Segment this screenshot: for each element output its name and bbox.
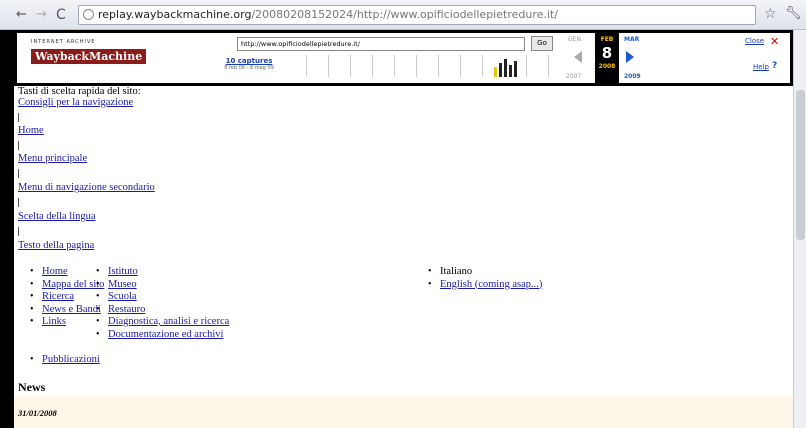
menu-link-search[interactable]: Ricerca [42,291,74,302]
menu-link-home[interactable]: Home [42,266,68,277]
menu-link-publications[interactable]: Pubblicazioni [42,354,100,365]
news-heading: News [18,380,46,394]
captures-summary: 10 captures 8 feb 08 - 8 mag 09 [214,57,284,71]
language-item: Italiano [426,266,542,279]
sparkline-tick [460,55,461,77]
secondary-menu-item: Museo [94,279,229,292]
main-menu-item: Home [28,266,104,279]
current-month-label: FEB [600,36,614,43]
next-month-label[interactable]: MAR [624,36,639,43]
separator [18,169,19,178]
url-path: /20080208152024/http://www.opificiodelle… [251,8,558,21]
menu-link-school[interactable]: Scuola [108,291,137,302]
vertical-scrollbar[interactable] [793,30,806,428]
language-current: Italiano [440,266,473,277]
content-band [14,396,793,428]
menu-link-institute[interactable]: Istituto [108,266,138,277]
next-capture-arrow-icon[interactable] [626,51,634,63]
captures-link[interactable]: 10 captures [214,57,284,65]
language-item: English (coming asap...) [426,279,542,292]
sparkline-tick [328,55,329,77]
menu-link-news[interactable]: News e Bandi [42,304,101,315]
separator [18,113,19,122]
sparkline-tick [394,55,395,77]
main-menu: Home Mappa del sito Ricerca News e Bandi… [28,266,104,366]
captures-range: 8 feb 08 - 8 mag 09 [224,65,274,71]
menu-link-restoration[interactable]: Restauro [108,304,145,315]
prev-capture-arrow-icon[interactable] [574,51,582,63]
separator [18,227,19,236]
wayback-toolbar: INTERNET ARCHIVE WaybackMachine http://w… [14,30,793,86]
secondary-menu-item: Diagnostica, analisi e ricerca [94,316,229,329]
skip-link-language[interactable]: Scelta della lingua [18,211,96,223]
sparkline-tick [372,55,373,77]
page-content: Tasti di scelta rapida del sito: Consigl… [14,86,793,428]
sparkline-tick [438,55,439,77]
secondary-menu-item: Scuola [94,291,229,304]
sparkline-bar [509,65,512,77]
go-button[interactable]: Go [531,36,553,51]
next-year-label[interactable]: 2009 [624,73,641,80]
skip-link-secondary-menu[interactable]: Menu di navigazione secondario [18,182,155,194]
forward-arrow-icon[interactable]: → [36,7,47,23]
language-menu: Italiano English (coming asap...) [426,266,542,291]
sparkline-bar [504,59,507,77]
close-link[interactable]: Close [745,37,764,45]
help-link[interactable]: Help [753,63,769,71]
main-menu-item: Pubblicazioni [28,354,104,367]
separator [18,198,19,207]
sparkline-tick [548,55,549,77]
scrollbar-thumb[interactable] [796,90,805,240]
address-bar[interactable]: replay.waybackmachine.org/20080208152024… [78,5,756,25]
close-icon[interactable]: ✕ [770,35,779,48]
wayback-url-input[interactable]: http://www.opificiodellepietredure.it/ [237,37,525,51]
logo-wayback-machine: WaybackMachine [31,49,147,64]
secondary-menu-item: Documentazione ed archivi [94,329,229,342]
logo-internet-archive: INTERNET ARCHIVE [31,39,96,45]
skip-link-page-text[interactable]: Testo della pagina [18,240,94,252]
menu-link-documentation[interactable]: Documentazione ed archivi [108,329,223,340]
sparkline-bar [494,67,497,77]
secondary-menu-item: Restauro [94,304,229,317]
sparkline-tick [526,55,527,77]
reload-icon[interactable]: C [56,7,66,23]
current-day-label: 8 [601,44,613,62]
language-link-english[interactable]: English (coming asap...) [440,279,542,290]
current-capture-date: FEB 8 2008 [595,33,619,83]
main-menu-item: Links [28,316,104,329]
skip-link-tips[interactable]: Consigli per la navigazione [18,97,133,109]
help-icon[interactable]: ? [772,61,777,71]
sparkline-tick [416,55,417,77]
sparkline-tick [350,55,351,77]
skip-link-main-menu[interactable]: Menu principale [18,153,87,165]
browser-toolbar: ← → C replay.waybackmachine.org/20080208… [0,0,806,30]
secondary-menu: Istituto Museo Scuola Restauro Diagnosti… [94,266,229,341]
back-arrow-icon[interactable]: ← [16,7,27,23]
capture-sparkline[interactable] [294,55,558,81]
sparkline-bar [514,61,517,77]
wrench-icon[interactable]: 🔧︎ [785,6,802,21]
url-host: replay.waybackmachine.org [98,8,252,21]
menu-link-diagnostics[interactable]: Diagnostica, analisi e ricerca [108,316,229,327]
page-info-icon[interactable] [83,9,94,20]
sparkline-tick [306,55,307,77]
menu-link-links[interactable]: Links [42,316,66,327]
current-year-label: 2008 [598,63,616,70]
skip-link-home[interactable]: Home [18,125,44,137]
sparkline-tick [482,55,483,77]
main-menu-item: Mappa del sito [28,279,104,292]
menu-link-museum[interactable]: Museo [108,279,137,290]
bookmark-star-icon[interactable]: ☆ [764,6,777,22]
secondary-menu-item: Istituto [94,266,229,279]
prev-year-label[interactable]: 2007 [566,73,581,80]
news-date: 31/01/2008 [18,408,57,418]
separator [18,141,19,150]
main-menu-item: Ricerca [28,291,104,304]
main-menu-item: News e Bandi [28,304,104,317]
sparkline-bar [499,63,502,77]
wayback-logo[interactable]: INTERNET ARCHIVE WaybackMachine [31,39,147,64]
prev-month-label[interactable]: GEN [568,36,581,43]
